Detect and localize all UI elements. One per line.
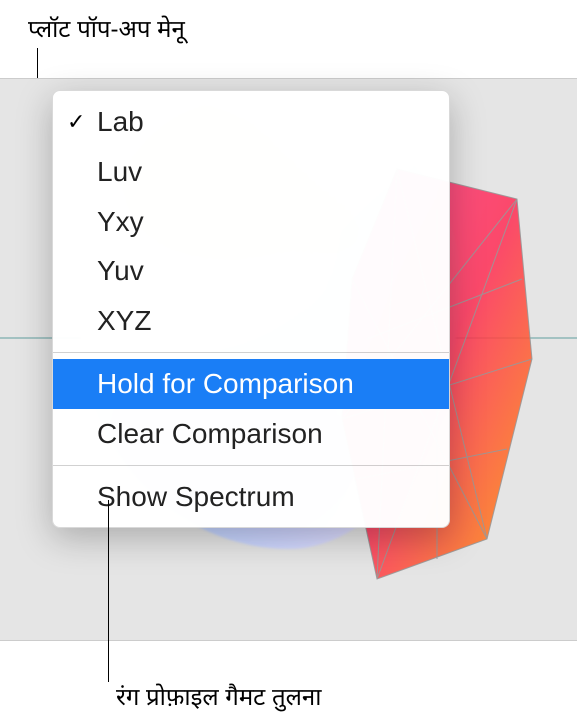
bottom-callout-line (108, 500, 109, 682)
menu-item-label: Clear Comparison (97, 415, 431, 453)
menu-separator (53, 465, 449, 466)
menu-item-label: Luv (97, 153, 431, 191)
menu-item-label: Hold for Comparison (97, 365, 431, 403)
menu-item-hold-comparison[interactable]: Hold for Comparison (53, 359, 449, 409)
menu-item-show-spectrum[interactable]: Show Spectrum (53, 472, 449, 522)
menu-item-label: Yuv (97, 252, 431, 290)
menu-item-label: Show Spectrum (97, 478, 431, 516)
menu-item-lab[interactable]: ✓ Lab (53, 97, 449, 147)
menu-item-xyz[interactable]: XYZ (53, 296, 449, 346)
menu-item-clear-comparison[interactable]: Clear Comparison (53, 409, 449, 459)
bottom-callout-label: रंग प्रोफ़ाइल गैमट तुलना (116, 680, 321, 713)
menu-item-label: Yxy (97, 203, 431, 241)
menu-item-yuv[interactable]: Yuv (53, 246, 449, 296)
top-callout-label: प्लॉट पॉप-अप मेनू (28, 12, 185, 45)
checkmark-icon: ✓ (67, 107, 97, 137)
menu-item-label: Lab (97, 103, 431, 141)
plot-popup-menu[interactable]: ✓ Lab Luv Yxy Yuv XYZ Hold for Compariso… (52, 90, 450, 528)
menu-item-yxy[interactable]: Yxy (53, 197, 449, 247)
menu-item-luv[interactable]: Luv (53, 147, 449, 197)
menu-separator (53, 352, 449, 353)
menu-item-label: XYZ (97, 302, 431, 340)
